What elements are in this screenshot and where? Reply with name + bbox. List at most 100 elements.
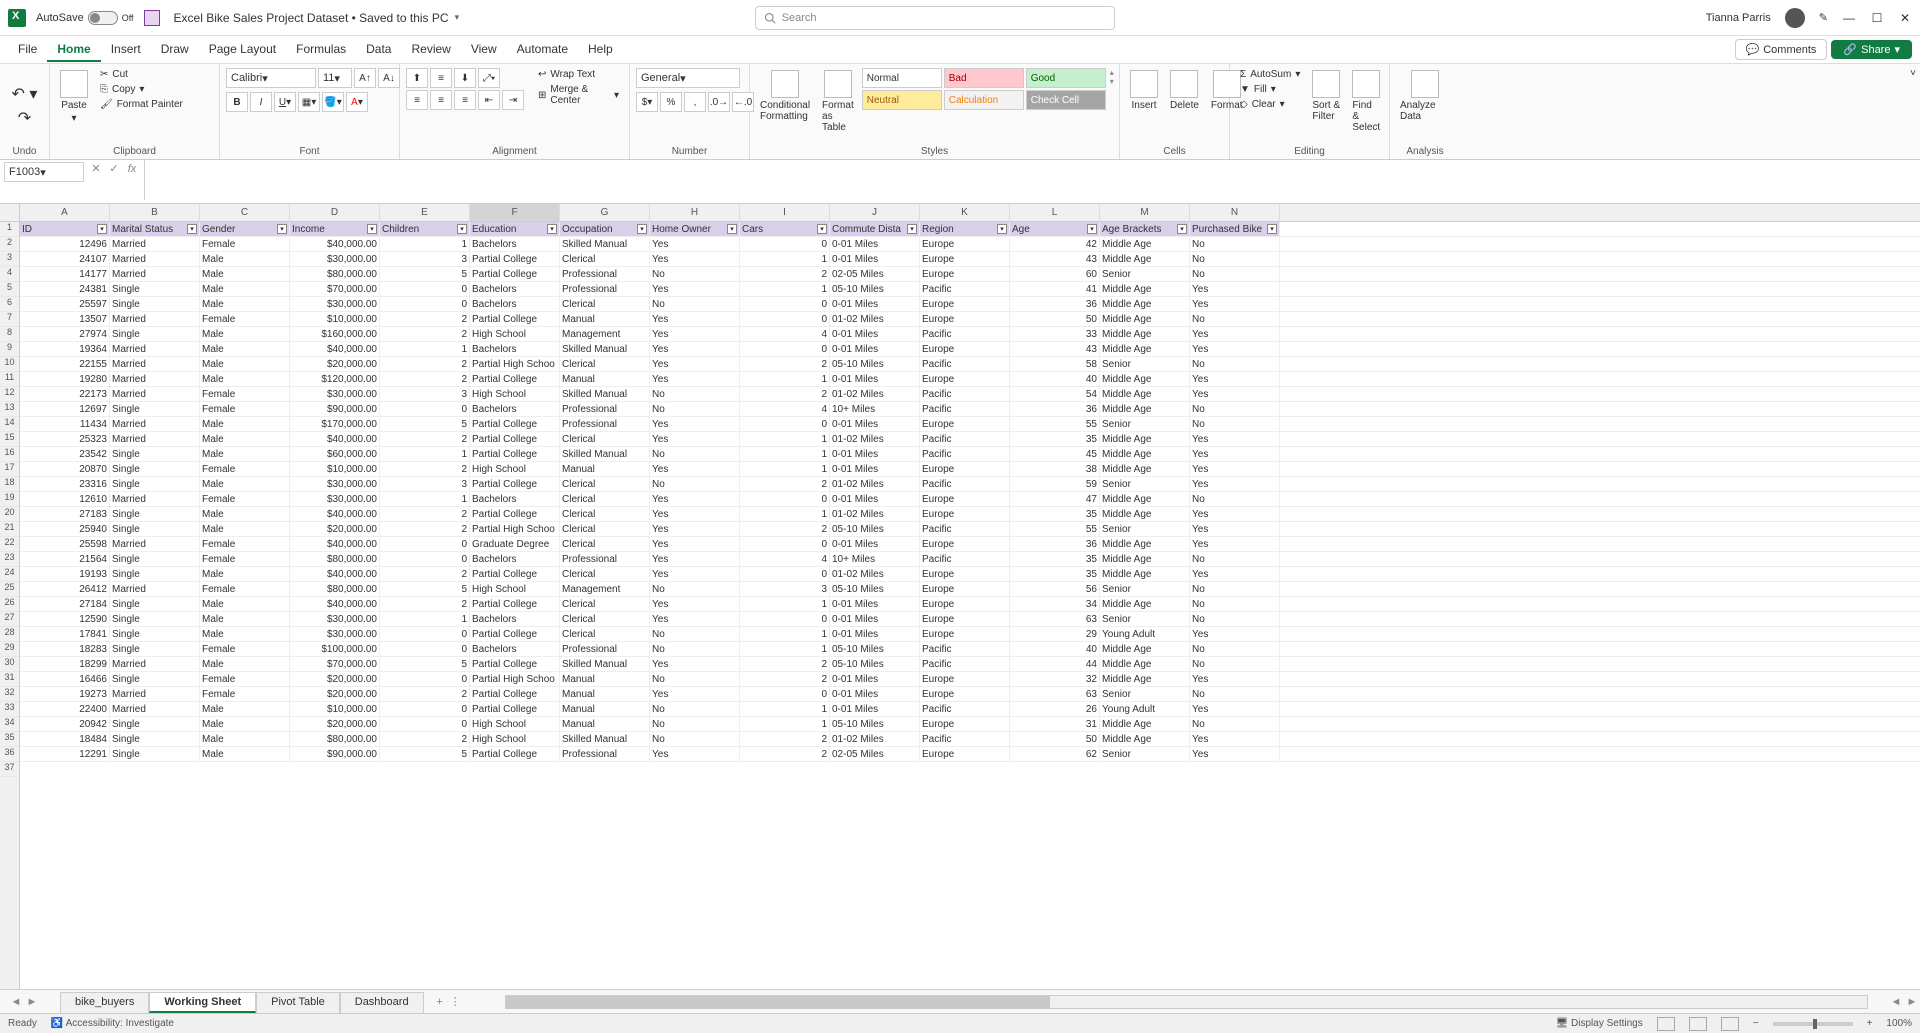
chevron-down-icon[interactable]: ▾ [455,12,460,23]
cell[interactable]: 02-05 Miles [830,267,920,281]
cell[interactable]: Yes [650,462,740,476]
cell[interactable]: Yes [1190,747,1280,761]
row-header-7[interactable]: 7 [0,312,19,327]
cell[interactable]: 4 [740,327,830,341]
cell[interactable]: 0 [380,672,470,686]
cell[interactable]: Pacific [920,387,1010,401]
cell[interactable]: Married [110,492,200,506]
cell[interactable]: $20,000.00 [290,672,380,686]
tab-data[interactable]: Data [356,38,401,62]
cell[interactable]: 1 [380,342,470,356]
cell[interactable]: $20,000.00 [290,522,380,536]
page-layout-view-button[interactable] [1689,1017,1707,1031]
scroll-right-icon[interactable]: ► [1904,996,1920,1008]
cell[interactable]: Female [200,237,290,251]
style-calculation[interactable]: Calculation [944,90,1024,110]
cell[interactable]: Male [200,417,290,431]
cell[interactable]: Partial College [470,702,560,716]
cell[interactable]: High School [470,327,560,341]
cell[interactable]: $10,000.00 [290,312,380,326]
table-header-age[interactable]: Age▾ [1010,222,1100,236]
table-header-cars[interactable]: Cars▾ [740,222,830,236]
cell[interactable]: Married [110,312,200,326]
cell[interactable]: Partial College [470,567,560,581]
cell[interactable]: 19273 [20,687,110,701]
cell[interactable]: 32 [1010,672,1100,686]
column-header-B[interactable]: B [110,204,200,221]
table-row[interactable]: 16466SingleFemale$20,000.000Partial High… [20,672,1920,687]
cell[interactable]: Male [200,297,290,311]
table-row[interactable]: 25597SingleMale$30,000.000BachelorsCleri… [20,297,1920,312]
cell[interactable]: Clerical [560,537,650,551]
row-header-18[interactable]: 18 [0,477,19,492]
cell[interactable]: 2 [740,357,830,371]
table-row[interactable]: 27184SingleMale$40,000.002Partial Colleg… [20,597,1920,612]
merge-center-button[interactable]: ⊞ Merge & Center ▾ [534,83,623,107]
cell[interactable]: 26 [1010,702,1100,716]
cell[interactable]: Yes [1190,432,1280,446]
increase-indent-button[interactable]: ⇥ [502,90,524,110]
cell[interactable]: Male [200,747,290,761]
cell[interactable]: 24381 [20,282,110,296]
cell[interactable]: Yes [1190,342,1280,356]
cell[interactable]: 43 [1010,252,1100,266]
style-good[interactable]: Good [1026,68,1106,88]
scrollbar-thumb[interactable] [506,996,1051,1008]
cell[interactable]: 2 [740,522,830,536]
cell[interactable]: Single [110,552,200,566]
cell[interactable]: 20870 [20,462,110,476]
cell[interactable]: 0 [380,537,470,551]
cell[interactable]: Male [200,717,290,731]
table-row[interactable]: 21564SingleFemale$80,000.000BachelorsPro… [20,552,1920,567]
cell[interactable]: Senior [1100,747,1190,761]
cell[interactable]: Female [200,402,290,416]
cell[interactable]: Pacific [920,522,1010,536]
cell[interactable]: Yes [1190,477,1280,491]
cell[interactable]: Bachelors [470,342,560,356]
row-header-3[interactable]: 3 [0,252,19,267]
table-header-marital-status[interactable]: Marital Status▾ [110,222,200,236]
table-row[interactable]: 22173MarriedFemale$30,000.003High School… [20,387,1920,402]
cell[interactable]: 1 [380,237,470,251]
table-row[interactable]: 19280MarriedMale$120,000.002Partial Coll… [20,372,1920,387]
cell[interactable]: Male [200,342,290,356]
cell[interactable]: Clerical [560,297,650,311]
table-row[interactable]: 19364MarriedMale$40,000.001BachelorsSkil… [20,342,1920,357]
cell[interactable]: No [1190,582,1280,596]
cell[interactable]: 01-02 Miles [830,432,920,446]
align-left-button[interactable]: ≡ [406,90,428,110]
cell[interactable]: 0 [740,687,830,701]
column-header-A[interactable]: A [20,204,110,221]
column-header-H[interactable]: H [650,204,740,221]
cell[interactable]: 2 [740,477,830,491]
cell[interactable]: Senior [1100,687,1190,701]
cell[interactable]: 1 [740,507,830,521]
zoom-in-button[interactable]: + [1867,1018,1873,1029]
conditional-formatting-button[interactable]: Conditional Formatting [756,68,814,124]
cell[interactable]: 10+ Miles [830,552,920,566]
cell[interactable]: Pacific [920,552,1010,566]
border-button[interactable]: ▦▾ [298,92,320,112]
cell[interactable]: Professional [560,402,650,416]
cell[interactable]: Male [200,432,290,446]
tab-file[interactable]: File [8,38,47,62]
cell[interactable]: 0-01 Miles [830,372,920,386]
filter-icon[interactable]: ▾ [547,224,557,234]
cell[interactable]: 0 [740,612,830,626]
cell[interactable]: 5 [380,417,470,431]
cell[interactable]: Middle Age [1100,312,1190,326]
cell[interactable]: 35 [1010,432,1100,446]
cell[interactable]: Married [110,342,200,356]
cell[interactable]: 2 [380,357,470,371]
cell[interactable]: Europe [920,537,1010,551]
cell[interactable]: $10,000.00 [290,462,380,476]
cell[interactable]: 1 [740,627,830,641]
cell[interactable]: 54 [1010,387,1100,401]
cell[interactable]: 0 [740,297,830,311]
cell[interactable]: 01-02 Miles [830,312,920,326]
cell[interactable]: 05-10 Miles [830,642,920,656]
cell[interactable]: 47 [1010,492,1100,506]
cell[interactable]: 1 [740,252,830,266]
cell[interactable]: Single [110,282,200,296]
cell[interactable]: Europe [920,717,1010,731]
